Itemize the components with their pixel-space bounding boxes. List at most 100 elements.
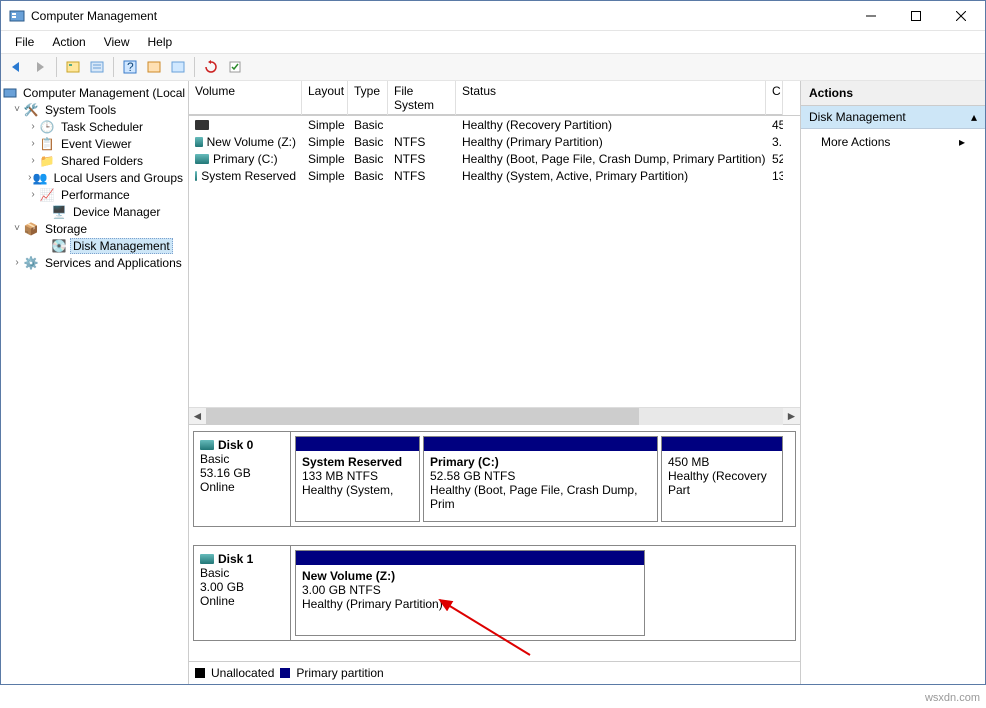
tree-shared-folders[interactable]: ›📁Shared Folders: [3, 152, 186, 169]
forward-button[interactable]: [29, 56, 51, 78]
volume-row[interactable]: New Volume (Z:) Simple Basic NTFS Health…: [189, 133, 800, 150]
menu-view[interactable]: View: [96, 33, 138, 51]
menu-help[interactable]: Help: [140, 33, 181, 51]
expand-icon[interactable]: ›: [27, 138, 39, 149]
close-button[interactable]: [938, 1, 983, 30]
volume-status: Healthy (Recovery Partition): [456, 118, 766, 132]
properties-button[interactable]: [86, 56, 108, 78]
volume-row[interactable]: Primary (C:) Simple Basic NTFS Healthy (…: [189, 150, 800, 167]
horizontal-scrollbar[interactable]: ◄ ►: [189, 407, 800, 424]
volume-row[interactable]: System Reserved Simple Basic NTFS Health…: [189, 167, 800, 184]
tree-root[interactable]: Computer Management (Local: [3, 84, 186, 101]
disk-status: Online: [200, 594, 284, 608]
col-status[interactable]: Status: [456, 81, 766, 115]
volume-layout: Simple: [302, 169, 348, 183]
disk-graphical-view[interactable]: Disk 0 Basic 53.16 GB Online System Rese…: [189, 424, 800, 661]
tree-performance[interactable]: ›📈Performance: [3, 186, 186, 203]
settings-button[interactable]: [224, 56, 246, 78]
menu-file[interactable]: File: [7, 33, 42, 51]
expand-icon[interactable]: ›: [27, 189, 39, 200]
tb-icon-1[interactable]: [143, 56, 165, 78]
col-type[interactable]: Type: [348, 81, 388, 115]
volume-name: System Reserved: [201, 169, 296, 183]
tree-services-apps[interactable]: ›⚙️Services and Applications: [3, 254, 186, 271]
tools-icon: 🛠️: [23, 102, 39, 118]
collapse-icon[interactable]: ˅: [11, 104, 23, 115]
col-filesystem[interactable]: File System: [388, 81, 456, 115]
disk-icon: [200, 554, 214, 564]
volume-name: New Volume (Z:): [207, 135, 296, 149]
partition[interactable]: Primary (C:) 52.58 GB NTFS Healthy (Boot…: [423, 436, 658, 522]
volume-type: Basic: [348, 169, 388, 183]
maximize-button[interactable]: [893, 1, 938, 30]
disk-size: 3.00 GB: [200, 580, 284, 594]
volume-row[interactable]: Simple Basic Healthy (Recovery Partition…: [189, 116, 800, 133]
show-hide-tree-button[interactable]: [62, 56, 84, 78]
minimize-button[interactable]: [848, 1, 893, 30]
scroll-right-icon[interactable]: ►: [783, 408, 800, 425]
volume-status: Healthy (Boot, Page File, Crash Dump, Pr…: [456, 152, 766, 166]
tree-disk-management[interactable]: 💽Disk Management: [3, 237, 186, 254]
col-layout[interactable]: Layout: [302, 81, 348, 115]
volume-list[interactable]: Volume Layout Type File System Status C …: [189, 81, 800, 424]
help-button[interactable]: ?: [119, 56, 141, 78]
storage-icon: 📦: [23, 221, 39, 237]
nav-tree[interactable]: Computer Management (Local ˅🛠️System Too…: [1, 81, 189, 684]
collapse-icon[interactable]: ˅: [11, 223, 23, 234]
actions-context[interactable]: Disk Management ▴: [801, 106, 985, 129]
tb-icon-2[interactable]: [167, 56, 189, 78]
partition-name: Primary (C:): [430, 455, 651, 469]
partition[interactable]: 450 MB Healthy (Recovery Part: [661, 436, 783, 522]
disk-block[interactable]: Disk 0 Basic 53.16 GB Online System Rese…: [193, 431, 796, 527]
perf-icon: 📈: [39, 187, 55, 203]
chevron-right-icon: ▸: [959, 135, 965, 149]
volume-icon: [195, 171, 197, 181]
volume-layout: Simple: [302, 152, 348, 166]
legend-unallocated: Unallocated: [211, 666, 274, 680]
actions-pane: Actions Disk Management ▴ More Actions ▸: [801, 81, 985, 684]
col-volume[interactable]: Volume: [189, 81, 302, 115]
back-button[interactable]: [5, 56, 27, 78]
expand-icon[interactable]: ›: [27, 121, 39, 132]
expand-icon[interactable]: ›: [11, 257, 23, 268]
tree-system-tools[interactable]: ˅🛠️System Tools: [3, 101, 186, 118]
app-icon: [9, 8, 25, 24]
tree-device-manager[interactable]: 🖥️Device Manager: [3, 203, 186, 220]
menu-action[interactable]: Action: [44, 33, 93, 51]
partition-header-bar: [296, 437, 419, 451]
volume-fs: NTFS: [388, 152, 456, 166]
more-actions[interactable]: More Actions ▸: [801, 129, 985, 155]
partition[interactable]: New Volume (Z:) 3.00 GB NTFS Healthy (Pr…: [295, 550, 645, 636]
partition-header-bar: [296, 551, 644, 565]
partition[interactable]: System Reserved 133 MB NTFS Healthy (Sys…: [295, 436, 420, 522]
partition-size: 450 MB: [668, 455, 776, 469]
volume-header[interactable]: Volume Layout Type File System Status C: [189, 81, 800, 116]
volume-icon: [195, 137, 203, 147]
tree-event-viewer[interactable]: ›📋Event Viewer: [3, 135, 186, 152]
watermark: wsxdn.com: [925, 692, 980, 704]
disk-info: Disk 0 Basic 53.16 GB Online: [194, 432, 291, 526]
disk-icon: [200, 440, 214, 450]
disk-status: Online: [200, 480, 284, 494]
toolbar: ?: [1, 53, 985, 81]
volume-capacity: 45: [766, 118, 783, 132]
partition-header-bar: [662, 437, 782, 451]
scroll-left-icon[interactable]: ◄: [189, 408, 206, 425]
tree-task-scheduler[interactable]: ›🕒Task Scheduler: [3, 118, 186, 135]
disk-block[interactable]: Disk 1 Basic 3.00 GB Online New Volume (…: [193, 545, 796, 641]
disk-type: Basic: [200, 566, 284, 580]
scroll-thumb[interactable]: [206, 408, 639, 425]
volume-type: Basic: [348, 118, 388, 132]
tree-storage[interactable]: ˅📦Storage: [3, 220, 186, 237]
disk-size: 53.16 GB: [200, 466, 284, 480]
users-icon: 👥: [33, 170, 48, 186]
partition-size: 133 MB NTFS: [302, 469, 413, 483]
volume-status: Healthy (System, Active, Primary Partiti…: [456, 169, 766, 183]
titlebar[interactable]: Computer Management: [1, 1, 985, 31]
tree-local-users[interactable]: ›👥Local Users and Groups: [3, 169, 186, 186]
expand-icon[interactable]: ›: [27, 155, 39, 166]
col-capacity[interactable]: C: [766, 81, 783, 115]
volume-status: Healthy (Primary Partition): [456, 135, 766, 149]
refresh-button[interactable]: [200, 56, 222, 78]
partition-status: Healthy (Recovery Part: [668, 469, 776, 497]
